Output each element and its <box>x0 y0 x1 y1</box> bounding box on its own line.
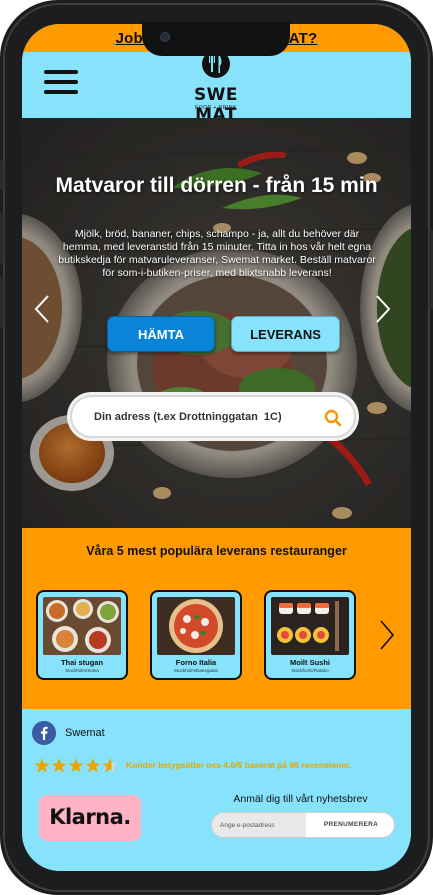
hero: Matvaror till dörren - från 15 min Mjölk… <box>22 118 411 528</box>
sushi-image <box>271 597 349 655</box>
footer: Swemat Kunder betygsätter oss 4.6/5 base… <box>22 709 411 871</box>
restaurant-name: Thai stugan <box>60 658 104 667</box>
restaurant-card[interactable]: Moilt Sushi Stockholm/Flatabo <box>264 590 356 680</box>
restaurant-card[interactable]: Thai stugan Stockholm/Solna <box>36 590 128 680</box>
facebook-icon[interactable] <box>32 721 56 745</box>
subscribe-button[interactable]: PRENUMERERA <box>308 813 394 837</box>
volume-up-button <box>0 212 4 264</box>
header: SWE MAT FOOD + DRINK <box>22 52 411 125</box>
logo-fork-knife-icon <box>202 52 230 78</box>
newsletter-title: Anmäl dig till vårt nyhetsbrev <box>233 793 368 805</box>
facebook-label[interactable]: Swemat <box>65 727 105 739</box>
pickup-button[interactable]: HÄMTA <box>107 316 215 352</box>
hero-title: Matvaror till dörren - från 15 min <box>55 174 378 197</box>
search-icon[interactable] <box>324 409 342 427</box>
newsletter-form: PRENUMERERA <box>211 812 395 838</box>
delivery-button[interactable]: LEVERANS <box>231 316 340 352</box>
mute-switch <box>0 160 4 190</box>
chevron-right-icon[interactable] <box>373 294 393 324</box>
restaurant-name: Moilt Sushi <box>290 658 330 667</box>
star-icon <box>34 758 118 773</box>
address-search <box>70 395 356 438</box>
email-field[interactable] <box>212 813 306 837</box>
restaurant-card[interactable]: Forno Italia Stockholm/Danegatan <box>150 590 242 680</box>
rating-text: Kunder betygsätter oss 4.6/5 baserat på … <box>126 760 352 770</box>
popular-section: Våra 5 mest populära leverans restaurang… <box>22 528 411 709</box>
thai-food-image <box>43 597 121 655</box>
klarna-badge: Klarna. <box>39 795 141 841</box>
restaurant-location: Stockholm/Danegatan <box>173 668 219 673</box>
power-button <box>429 230 433 310</box>
notch <box>142 22 290 56</box>
restaurant-location: Stockholm/Solna <box>65 668 99 673</box>
logo-tagline: FOOD + DRINK <box>195 105 237 111</box>
chevron-right-icon[interactable] <box>378 618 396 652</box>
hero-description: Mjölk, bröd, bananer, chips, schampo - j… <box>58 228 376 279</box>
restaurant-name: Forno Italia <box>175 658 217 667</box>
popular-title: Våra 5 mest populära leverans restaurang… <box>86 544 347 558</box>
screen: Jobba hos oss? SWE MAT? SWE MAT FOOD + D… <box>22 24 411 871</box>
restaurant-location: Stockholm/Flatabo <box>291 668 329 673</box>
address-input[interactable] <box>94 408 314 426</box>
klarna-logo: Klarna. <box>49 805 131 829</box>
chevron-left-icon[interactable] <box>32 294 52 324</box>
camera-icon <box>160 32 170 42</box>
rating-stars <box>34 758 118 773</box>
hamburger-icon[interactable] <box>44 70 78 96</box>
pizza-image <box>157 597 235 655</box>
volume-down-button <box>0 276 4 328</box>
logo[interactable]: SWE MAT FOOD + DRINK <box>172 52 260 125</box>
